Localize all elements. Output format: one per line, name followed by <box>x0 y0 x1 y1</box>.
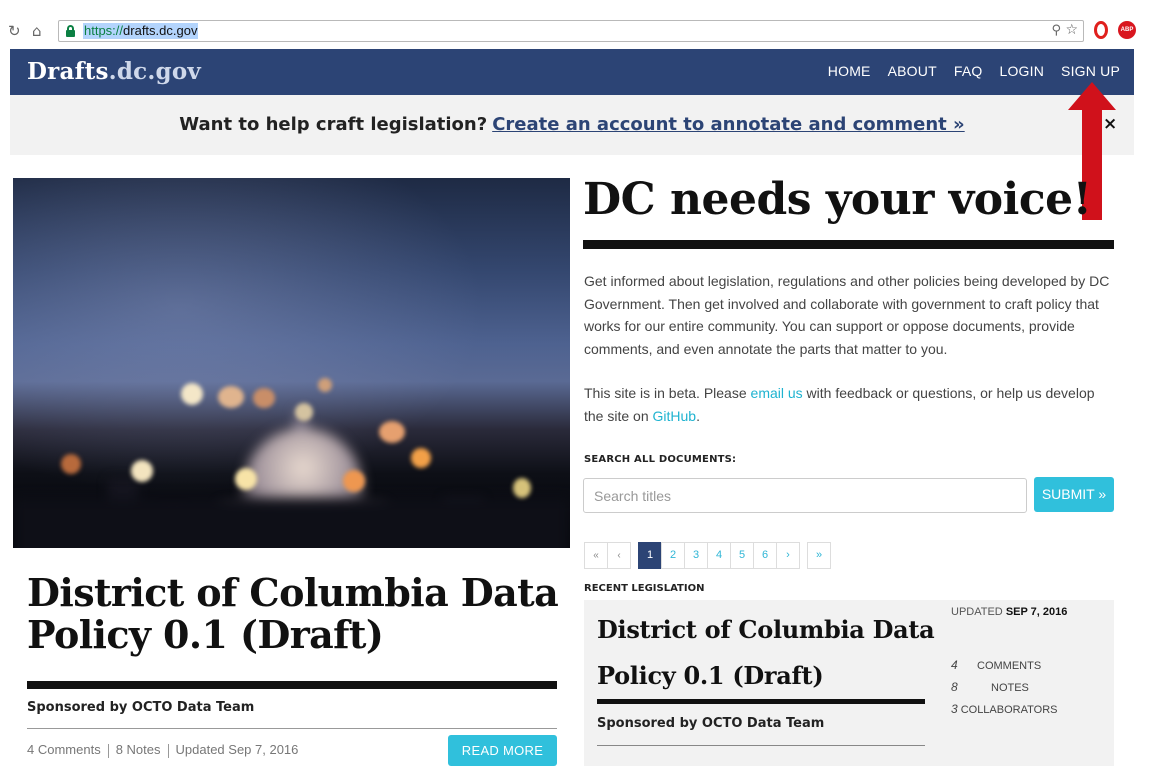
hero-image <box>13 178 570 548</box>
recent-legislation-label: RECENT LEGISLATION <box>584 583 705 594</box>
site-header: Drafts.dc.gov HOME ABOUT FAQ LOGIN SIGN … <box>10 49 1134 95</box>
nav-login[interactable]: LOGIN <box>999 63 1044 79</box>
pager-first[interactable]: « <box>584 542 608 569</box>
beta-text-3: . <box>696 407 700 424</box>
pagination: « ‹ 1 2 3 4 5 6 › » <box>584 542 831 569</box>
pager-last[interactable]: » <box>807 542 831 569</box>
card-thin-divider <box>597 745 925 746</box>
featured-notes-count: 8 Notes <box>115 742 161 757</box>
updated-date: SEP 7, 2016 <box>1005 606 1068 618</box>
intro-paragraph: Get informed about legislation, regulati… <box>584 273 1110 357</box>
logo-tld: .dc.gov <box>108 58 201 85</box>
heading-divider <box>583 240 1114 249</box>
banner-text: Want to help craft legislation? <box>179 114 488 135</box>
search-input[interactable] <box>583 478 1027 513</box>
top-nav: HOME ABOUT FAQ LOGIN SIGN UP <box>811 63 1120 79</box>
signup-banner: Want to help craft legislation? Create an… <box>10 95 1134 155</box>
pager-page-5[interactable]: 5 <box>730 542 754 569</box>
lock-icon <box>66 25 75 37</box>
card-title[interactable]: District of Columbia Data Policy 0.1 (Dr… <box>597 607 937 699</box>
updated-label: UPDATED <box>951 606 1003 618</box>
adblock-extension-icon[interactable]: ABP <box>1118 21 1136 39</box>
pager-page-3[interactable]: 3 <box>684 542 708 569</box>
read-more-button[interactable]: READ MORE <box>448 735 557 766</box>
featured-sponsor: Sponsored by OCTO Data Team <box>27 700 255 715</box>
page-heading: DC needs your voice! <box>583 174 1092 225</box>
stat-comments-count: 4 <box>951 658 958 672</box>
reload-icon[interactable]: ↻ <box>8 21 21 41</box>
stat-notes-label: NOTES <box>991 682 1029 694</box>
search-label: SEARCH ALL DOCUMENTS: <box>584 454 737 465</box>
banner-message: Want to help craft legislation? Create an… <box>10 114 1134 135</box>
bookmark-star-icon[interactable]: ☆ <box>1065 22 1078 38</box>
nav-sign-up[interactable]: SIGN UP <box>1061 63 1120 79</box>
zoom-icon[interactable]: ⚲ <box>1051 23 1061 38</box>
pager-page-1[interactable]: 1 <box>638 542 662 569</box>
create-account-link[interactable]: Create an account to annotate and commen… <box>492 114 965 135</box>
github-link[interactable]: GitHub <box>653 408 697 424</box>
card-sponsor: Sponsored by OCTO Data Team <box>597 716 825 731</box>
card-divider <box>597 699 925 704</box>
home-icon[interactable]: ⌂ <box>32 21 42 41</box>
nav-home[interactable]: HOME <box>828 63 871 79</box>
beta-paragraph: This site is in beta. Please email us wi… <box>584 382 1112 427</box>
pager-page-4[interactable]: 4 <box>707 542 731 569</box>
featured-title[interactable]: District of Columbia Data Policy 0.1 (Dr… <box>27 572 567 656</box>
opera-extension-icon[interactable] <box>1094 21 1108 39</box>
stat-collaborators-count: 3 <box>951 702 958 716</box>
pager-page-6[interactable]: 6 <box>753 542 777 569</box>
pager-page-2[interactable]: 2 <box>661 542 685 569</box>
stat-notes-count: 8 <box>951 680 958 694</box>
pager-next[interactable]: › <box>776 542 800 569</box>
url-host: drafts.dc.gov <box>123 23 198 38</box>
pager-prev[interactable]: ‹ <box>607 542 631 569</box>
logo-main: Drafts <box>27 58 109 85</box>
stat-collaborators: 3 COLLABORATORS <box>951 698 1057 720</box>
beta-text-1: This site is in beta. Please <box>584 385 751 401</box>
nav-faq[interactable]: FAQ <box>954 63 983 79</box>
browser-toolbar: ↻ ⌂ https://drafts.dc.gov ⚲ ☆ ABP <box>0 0 1150 46</box>
legislation-card[interactable]: District of Columbia Data Policy 0.1 (Dr… <box>584 600 1114 766</box>
stat-comments-label: COMMENTS <box>977 660 1042 672</box>
featured-updated: Updated Sep 7, 2016 <box>175 742 299 757</box>
featured-divider <box>27 681 557 689</box>
nav-about[interactable]: ABOUT <box>888 63 937 79</box>
stat-comments: 4 COMMENTS <box>951 654 1057 676</box>
stat-collaborators-label: COLLABORATORS <box>960 704 1058 716</box>
featured-meta: 4 Comments 8 Notes Updated Sep 7, 2016 <box>27 742 298 758</box>
featured-comments-count: 4 Comments <box>27 742 101 757</box>
email-us-link[interactable]: email us <box>751 385 803 401</box>
submit-button[interactable]: SUBMIT » <box>1034 477 1114 512</box>
featured-thin-divider <box>27 728 557 729</box>
card-stats: 4 COMMENTS 8 NOTES 3 COLLABORATORS <box>951 654 1057 720</box>
site-logo[interactable]: Drafts.dc.gov <box>27 58 201 85</box>
card-updated: UPDATED SEP 7, 2016 <box>951 606 1067 618</box>
stat-notes: 8 NOTES <box>951 676 1057 698</box>
url-scheme: https:// <box>84 23 124 38</box>
address-bar[interactable]: https://drafts.dc.gov ⚲ ☆ <box>58 20 1084 42</box>
url-text[interactable]: https://drafts.dc.gov <box>83 23 199 39</box>
